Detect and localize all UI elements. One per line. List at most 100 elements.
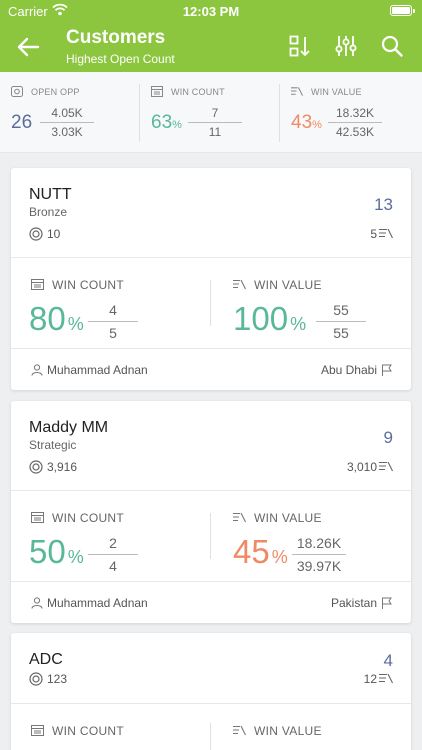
customer-open-count: 9 (383, 428, 393, 447)
summary-panel: OPEN OPP 26 4.05K 3.03K WIN COUNT 63% 7 … (0, 72, 422, 153)
win-count-label: WIN COUNT (52, 278, 125, 292)
percent-sign: % (67, 314, 84, 334)
summary-win-count-fraction: 7 11 (188, 106, 242, 139)
person-icon (31, 597, 43, 609)
target-icon (29, 227, 43, 241)
list-value-icon (233, 279, 246, 290)
calendar-icon (151, 86, 163, 97)
fraction-bottom: 42.53K (335, 125, 375, 139)
win-value-fraction: 55 55 (316, 302, 366, 341)
win-value-percent: 45% (233, 533, 288, 571)
win-count-label: WIN COUNT (52, 511, 125, 525)
win-value-header: WIN VALUE (233, 278, 322, 292)
customer-value-number: 3,010 (346, 460, 377, 474)
calendar-icon (31, 512, 44, 523)
list-value-icon (233, 512, 246, 523)
percent-sign: % (312, 119, 322, 131)
fraction-bottom: 3.03K (51, 125, 83, 139)
nav-bar: Customers Highest Open Count (0, 22, 422, 72)
summary-win-count-label: WIN COUNT (171, 87, 225, 97)
fraction-top: 4.05K (51, 106, 83, 120)
location-name: Pakistan (330, 596, 377, 610)
customer-tier: Bronze (29, 205, 68, 219)
camera-icon (11, 86, 23, 97)
customer-value: 12 (364, 672, 393, 686)
fraction-top: 55 (333, 302, 349, 318)
fraction-top: 18.26K (296, 535, 342, 551)
summary-win-count-pct: 63 (151, 112, 173, 133)
win-value-label: WIN VALUE (254, 278, 322, 292)
customer-value-number: 12 (363, 672, 377, 686)
fraction-top: 18.32K (335, 106, 375, 120)
page-subtitle: Highest Open Count (66, 52, 175, 66)
summary-win-value-label: WIN VALUE (311, 87, 362, 97)
status-bar: Carrier 12:03 PM (0, 0, 422, 22)
list-value-icon (379, 228, 393, 239)
target-icon (29, 672, 43, 686)
fraction-bottom: 5 (109, 325, 117, 341)
customer-value: 3,010 (347, 460, 393, 474)
page-title: Customers (66, 27, 166, 48)
win-value-fraction: 18.26K 39.97K (292, 535, 346, 574)
win-count-fraction: 4 5 (88, 302, 138, 341)
battery-icon (390, 5, 415, 16)
customer-location: Abu Dhabi (321, 363, 393, 377)
fraction-top: 7 (211, 106, 219, 120)
win-value-pct-value: 45 (233, 533, 270, 570)
customer-card[interactable]: Maddy MM Strategic 9 3,916 3,010 WIN COU… (11, 401, 411, 623)
person-icon (31, 364, 43, 376)
summary-win-value-pct: 43 (291, 112, 313, 133)
owner-name: Muhammad Adnan (47, 363, 148, 377)
back-arrow-icon[interactable] (14, 33, 42, 61)
target-icon (29, 460, 43, 474)
win-value-header: WIN VALUE (233, 511, 322, 525)
fraction-bottom: 39.97K (296, 558, 342, 574)
customer-card[interactable]: ADC 4 123 12 WIN COUNT WIN VALUE (11, 633, 411, 750)
percent-sign: % (67, 547, 84, 567)
win-value-label: WIN VALUE (254, 511, 322, 525)
summary-win-count-value: 63% (151, 112, 182, 134)
customer-name: ADC (29, 651, 63, 668)
win-count-header: WIN COUNT (31, 724, 124, 738)
sort-icon[interactable] (288, 34, 312, 58)
calendar-icon (31, 725, 44, 736)
summary-open-opp-label: OPEN OPP (31, 87, 80, 97)
customer-card[interactable]: NUTT Bronze 13 10 5 WIN COUNT 80% 4 5 WI… (11, 168, 411, 390)
win-value-pct-value: 100 (233, 300, 289, 337)
list-value-icon (379, 673, 393, 684)
summary-win-value-header: WIN VALUE (291, 86, 362, 97)
owner-name: Muhammad Adnan (47, 596, 148, 610)
win-value-header: WIN VALUE (233, 724, 322, 738)
fraction-top: 2 (109, 535, 117, 551)
customer-open-count: 4 (383, 651, 393, 670)
summary-open-opp: OPEN OPP 26 4.05K 3.03K (0, 72, 140, 153)
percent-sign: % (271, 547, 288, 567)
location-name: Abu Dhabi (320, 363, 377, 377)
filter-sliders-icon[interactable] (334, 34, 358, 58)
win-count-header: WIN COUNT (31, 511, 124, 525)
customer-value: 5 (370, 227, 393, 241)
customer-open-value: 10 (47, 227, 61, 241)
win-count-percent: 50% (29, 533, 84, 571)
summary-win-count-header: WIN COUNT (151, 86, 225, 97)
customer-name: Maddy MM (29, 419, 109, 436)
customer-owner: Muhammad Adnan (31, 363, 148, 377)
customer-value-number: 5 (370, 227, 377, 241)
win-value-label: WIN VALUE (254, 724, 322, 738)
fraction-bottom: 11 (208, 125, 222, 139)
clock: 12:03 PM (182, 4, 240, 19)
win-count-pct-value: 80 (29, 300, 66, 337)
fraction-top: 4 (109, 302, 117, 318)
win-value-percent: 100% (233, 300, 306, 338)
flag-icon (382, 597, 392, 609)
win-count-header: WIN COUNT (31, 278, 124, 292)
summary-win-count: WIN COUNT 63% 7 11 (140, 72, 280, 153)
search-icon[interactable] (380, 34, 404, 58)
summary-win-value: WIN VALUE 43% 18.32K 42.53K (280, 72, 420, 153)
summary-open-opp-value: 26 (11, 112, 33, 133)
summary-win-value-value: 43% (291, 112, 322, 134)
customer-open-count: 13 (374, 195, 393, 214)
flag-icon (382, 364, 392, 376)
customer-location: Pakistan (331, 596, 393, 610)
win-count-fraction: 2 4 (88, 535, 138, 574)
